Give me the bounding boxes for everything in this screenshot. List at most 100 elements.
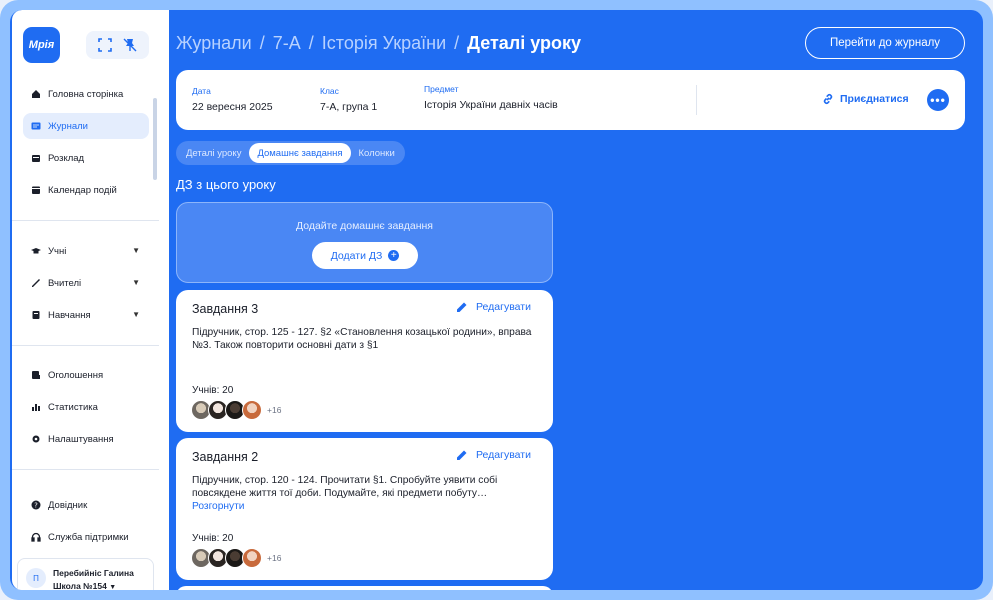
graduation-cap-icon	[31, 246, 41, 256]
class-label: Клас	[320, 86, 339, 96]
add-homework-button[interactable]: Додати ДЗ +	[312, 242, 418, 269]
book-icon	[31, 310, 41, 320]
homework-card: Завдання 2 Редагувати Підручник, стор. 1…	[176, 438, 553, 580]
students-count: Учнів: 20	[192, 533, 234, 544]
pencil-icon	[456, 301, 468, 313]
join-button[interactable]: Приєднатися	[822, 93, 909, 105]
sidebar-item-help[interactable]: ? Довідник	[23, 492, 149, 518]
stats-icon	[31, 402, 41, 412]
avatar	[242, 548, 262, 568]
breadcrumb-journals[interactable]: Журнали	[176, 33, 252, 54]
breadcrumb-separator: /	[308, 32, 314, 53]
breadcrumb: Журнали / 7-А / Історія України / Деталі…	[176, 31, 581, 55]
unpin-icon[interactable]	[121, 36, 139, 54]
edit-label: Редагувати	[476, 449, 531, 461]
sidebar-item-learning[interactable]: Навчання ▼	[23, 302, 149, 328]
student-avatars[interactable]: +16	[191, 400, 281, 420]
sidebar-item-students[interactable]: Учні ▼	[23, 238, 149, 264]
avatar	[242, 400, 262, 420]
join-label: Приєднатися	[840, 93, 909, 105]
help-icon: ?	[31, 500, 41, 510]
teacher-icon	[31, 278, 41, 288]
homework-section-title: ДЗ з цього уроку	[176, 177, 276, 192]
date-value: 22 вересня 2025	[192, 101, 273, 113]
edit-button[interactable]: Редагувати	[456, 301, 531, 313]
user-profile[interactable]: П Перебийніс Галина Школа №154 ▼	[17, 558, 154, 590]
homework-card: Завдання 3 Редагувати Підручник, стор. 1…	[176, 290, 553, 432]
chevron-down-icon[interactable]: ▼	[109, 584, 116, 590]
sidebar-scrollbar[interactable]	[153, 98, 157, 180]
homework-text: Підручник, стор. 125 - 127. §2 «Становле…	[192, 327, 532, 351]
sidebar-item-label: Календар подій	[48, 184, 117, 196]
sidebar-item-journals[interactable]: Журнали	[23, 113, 149, 139]
sidebar-item-label: Вчителі	[48, 277, 82, 289]
homework-title: Завдання 2	[192, 450, 259, 464]
svg-text:?: ?	[34, 502, 38, 510]
go-to-journal-button[interactable]: Перейти до журналу	[805, 27, 965, 59]
more-students-count: +16	[267, 553, 282, 563]
add-homework-card: Додайте домашнє завдання Додати ДЗ +	[176, 202, 553, 283]
edit-button[interactable]: Редагувати	[456, 449, 531, 461]
sidebar-divider	[12, 345, 159, 346]
homework-title: Завдання 3	[192, 302, 259, 316]
add-homework-hint: Додайте домашнє завдання	[295, 220, 433, 232]
lesson-date: Дата 22 вересня 2025	[192, 86, 273, 113]
tab-lesson-details[interactable]: Деталі уроку	[178, 143, 249, 163]
avatar: П	[26, 568, 46, 588]
breadcrumb-subject[interactable]: Історія України	[322, 33, 446, 54]
lesson-class: Клас 7-А, група 1	[320, 86, 377, 113]
homework-card	[176, 586, 553, 590]
sidebar-item-label: Оголошення	[48, 369, 104, 381]
sidebar-item-label: Довідник	[48, 499, 88, 511]
breadcrumb-class[interactable]: 7-А	[273, 33, 301, 54]
calendar-icon	[31, 153, 41, 163]
plus-icon: +	[388, 250, 400, 261]
expand-link[interactable]: Розгорнути	[192, 501, 244, 512]
sidebar-divider	[12, 220, 159, 221]
add-homework-label: Додати ДЗ	[330, 249, 383, 262]
lesson-tabs: Деталі уроку Домашнє завдання Колонки	[176, 141, 405, 165]
tab-homework[interactable]: Домашнє завдання	[249, 143, 351, 163]
sidebar-item-support[interactable]: Служба підтримки	[23, 524, 149, 550]
class-value: 7-А, група 1	[320, 101, 378, 113]
app-frame: Мрія Головна сторінка Журнали Розклад Ка…	[0, 0, 993, 600]
sidebar-item-label: Журнали	[48, 120, 88, 132]
sidebar: Мрія Головна сторінка Журнали Розклад Ка…	[12, 10, 169, 590]
sidebar-item-label: Учні	[48, 245, 67, 257]
sidebar-item-schedule[interactable]: Розклад	[23, 145, 149, 171]
user-school: Школа №154 ▼	[53, 581, 117, 590]
more-options-button[interactable]: •••	[927, 89, 949, 111]
home-icon	[31, 89, 41, 99]
sidebar-item-label: Розклад	[48, 152, 85, 164]
gear-icon	[31, 434, 41, 444]
sidebar-divider	[12, 469, 159, 470]
sidebar-item-label: Навчання	[48, 309, 91, 321]
edit-label: Редагувати	[476, 301, 531, 313]
info-divider	[696, 85, 697, 115]
chevron-down-icon: ▼	[132, 246, 140, 255]
user-name: Перебийніс Галина	[53, 568, 134, 578]
subject-label: Предмет	[424, 84, 459, 94]
date-label: Дата	[192, 86, 211, 96]
subject-value: Історія України давніх часів	[424, 99, 558, 111]
sidebar-item-events[interactable]: Календар подій	[23, 177, 149, 203]
sidebar-item-label: Налаштування	[48, 433, 114, 445]
sidebar-tools	[86, 31, 149, 59]
sidebar-item-announcements[interactable]: Оголошення	[23, 362, 149, 388]
fullscreen-icon[interactable]	[96, 36, 114, 54]
app-logo[interactable]: Мрія	[23, 27, 60, 63]
tab-columns[interactable]: Колонки	[351, 143, 403, 163]
breadcrumb-separator: /	[259, 32, 265, 53]
sidebar-item-statistics[interactable]: Статистика	[23, 394, 149, 420]
sidebar-item-label: Головна сторінка	[48, 88, 124, 100]
homework-text: Підручник, стор. 120 - 124. Прочитати §1…	[192, 475, 498, 499]
chevron-down-icon: ▼	[132, 310, 140, 319]
breadcrumb-separator: /	[454, 32, 460, 53]
sidebar-item-label: Служба підтримки	[48, 531, 129, 543]
sidebar-item-settings[interactable]: Налаштування	[23, 426, 149, 452]
sidebar-item-label: Статистика	[48, 401, 98, 413]
student-avatars[interactable]: +16	[191, 548, 281, 568]
sidebar-item-teachers[interactable]: Вчителі ▼	[23, 270, 149, 296]
sidebar-item-home[interactable]: Головна сторінка	[23, 81, 149, 107]
students-count: Учнів: 20	[192, 385, 234, 396]
